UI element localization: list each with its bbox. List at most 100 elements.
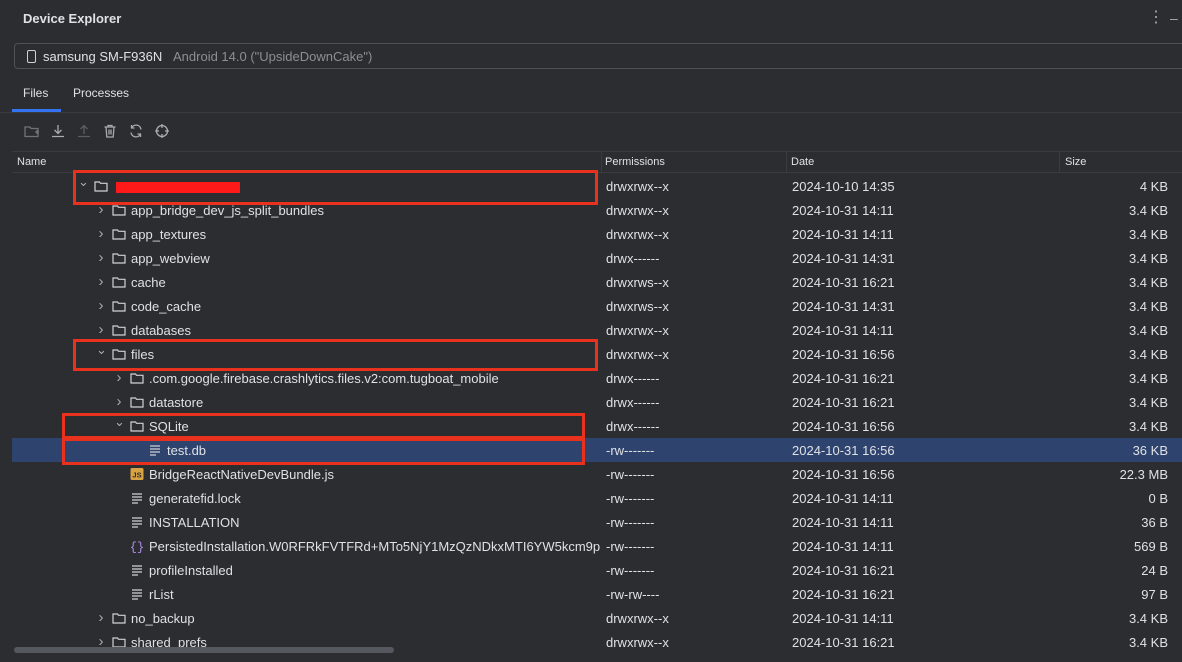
upload-icon[interactable] [76,123,92,139]
file-date: 2024-10-31 16:56 [792,347,895,362]
file-date: 2024-10-31 16:56 [792,443,895,458]
file-size: 3.4 KB [1128,323,1168,338]
file-tree: ⌄ drwxrwx--x 2024-10-10 14:35 4 KB › app_brid… [12,174,1182,648]
table-row[interactable]: › shared_prefs drwxrwx--x 2024-10-31 16:21 3… [12,630,1182,648]
file-permissions: drwx------ [606,419,660,434]
table-row[interactable]: INSTALLATION -rw------- 2024-10-31 14:11 36… [12,510,1182,534]
file-size: 4 KB [1139,179,1168,194]
file-permissions: drwx------ [606,395,660,410]
file-date: 2024-10-31 16:21 [792,635,895,648]
minimize-icon[interactable]: – [1170,8,1182,28]
file-date: 2024-10-31 16:56 [792,467,895,482]
chevron-right-icon[interactable]: › [114,394,124,409]
file-name: SQLite [149,419,189,434]
chevron-down-icon[interactable]: ⌄ [114,415,125,429]
table-row[interactable]: ⌄ SQLite drwx------ 2024-10-31 16:56 3.4 KB [12,414,1182,438]
file-permissions: -rw-rw---- [606,587,660,602]
table-row[interactable]: › app_bridge_dev_js_split_bundles drwxrwx-… [12,198,1182,222]
device-name: samsung SM-F936N [43,49,163,64]
table-row[interactable]: {} PersistedInstallation.W0RFRkFVTFRd+MTo… [12,534,1182,558]
sync-icon[interactable] [128,123,144,139]
column-name[interactable]: Name [17,156,46,168]
locate-icon[interactable] [154,123,170,139]
file-permissions: drwx------ [606,371,660,386]
js-file-icon: JS [130,467,144,481]
chevron-right-icon[interactable]: › [114,370,124,385]
chevron-right-icon[interactable]: › [96,202,106,217]
table-row[interactable]: › databases drwxrwx--x 2024-10-31 14:11 3.4 … [12,318,1182,342]
redaction-bar [116,182,240,193]
column-date[interactable]: Date [791,156,814,168]
file-name: app_webview [131,251,210,266]
file-name: app_bridge_dev_js_split_bundles [131,203,324,218]
file-permissions: -rw------- [606,563,655,578]
table-row[interactable]: ⌄ drwxrwx--x 2024-10-10 14:35 4 KB [12,174,1182,198]
file-date: 2024-10-31 14:11 [792,611,894,626]
file-name: INSTALLATION [149,515,240,530]
table-row[interactable]: › no_backup drwxrwx--x 2024-10-31 14:11 3.4 … [12,606,1182,630]
file-permissions: drwxrws--x [606,299,669,314]
file-size: 3.4 KB [1128,347,1168,362]
chevron-right-icon[interactable]: › [96,226,106,241]
table-row[interactable]: › app_webview drwx------ 2024-10-31 14:31 3.… [12,246,1182,270]
file-permissions: -rw------- [606,467,655,482]
tab-processes[interactable]: Processes [73,86,129,100]
file-size: 3.4 KB [1128,299,1168,314]
chevron-right-icon[interactable]: › [96,298,106,313]
file-size: 0 B [1148,491,1168,506]
device-selector[interactable]: samsung SM-F936N Android 14.0 ("UpsideDo… [14,43,1182,69]
download-icon[interactable] [50,123,66,139]
chevron-right-icon[interactable]: › [96,274,106,289]
file-size: 3.4 KB [1128,227,1168,242]
table-row[interactable]: test.db -rw------- 2024-10-31 16:56 36 KB [12,438,1182,462]
file-permissions: drwx------ [606,251,660,266]
more-options-icon[interactable]: ⋮ [1148,8,1164,28]
column-divider[interactable] [1059,152,1060,172]
table-row[interactable]: › .com.google.firebase.crashlytics.files.… [12,366,1182,390]
file-size: 36 KB [1132,443,1168,458]
file-name: datastore [149,395,204,410]
table-row[interactable]: ⌄ files drwxrwx--x 2024-10-31 16:56 3.4 KB [12,342,1182,366]
folder-icon [112,323,126,337]
text-file-icon [130,515,144,529]
new-folder-icon[interactable] [24,123,40,139]
chevron-right-icon[interactable]: › [96,610,106,625]
file-date: 2024-10-31 14:31 [792,299,895,314]
file-name: profileInstalled [149,563,233,578]
file-date: 2024-10-31 14:11 [792,227,894,242]
file-permissions: -rw------- [606,491,655,506]
file-name: files [131,347,155,362]
table-row[interactable]: › datastore drwx------ 2024-10-31 16:21 3.4 … [12,390,1182,414]
phone-icon [27,50,36,63]
column-size[interactable]: Size [1065,156,1086,168]
horizontal-scrollbar[interactable] [14,647,394,653]
chevron-right-icon[interactable]: › [96,250,106,265]
file-date: 2024-10-31 14:11 [792,323,894,338]
column-divider[interactable] [786,152,787,172]
column-divider[interactable] [601,152,602,172]
table-row[interactable]: rList -rw-rw---- 2024-10-31 16:21 97 B [12,582,1182,606]
file-name: generatefid.lock [149,491,241,506]
file-date: 2024-10-31 16:21 [792,275,895,290]
file-size: 3.4 KB [1128,251,1168,266]
delete-icon[interactable] [102,123,118,139]
tab-files[interactable]: Files [23,86,48,100]
column-permissions[interactable]: Permissions [605,156,665,168]
table-row[interactable]: generatefid.lock -rw------- 2024-10-31 14:… [12,486,1182,510]
table-row[interactable]: › app_textures drwxrwx--x 2024-10-31 14:11 3… [12,222,1182,246]
chevron-down-icon[interactable]: ⌄ [96,343,107,357]
file-permissions: -rw------- [606,443,655,458]
text-file-icon [130,563,144,577]
chevron-down-icon[interactable]: ⌄ [78,175,89,189]
file-permissions: drwxrwx--x [606,179,669,194]
table-row[interactable]: › code_cache drwxrws--x 2024-10-31 14:31 3.4… [12,294,1182,318]
column-header: Name Permissions Date Size [12,151,1182,173]
panel-title: Device Explorer [23,11,122,26]
table-row[interactable]: › cache drwxrws--x 2024-10-31 16:21 3.4 KB [12,270,1182,294]
file-date: 2024-10-31 16:21 [792,587,895,602]
table-row[interactable]: profileInstalled -rw------- 2024-10-31 16:… [12,558,1182,582]
file-name: PersistedInstallation.W0RFRkFVTFRd+MTo5N… [149,539,600,554]
table-row[interactable]: JS BridgeReactNativeDevBundle.js -rw------… [12,462,1182,486]
folder-icon [112,203,126,217]
chevron-right-icon[interactable]: › [96,322,106,337]
